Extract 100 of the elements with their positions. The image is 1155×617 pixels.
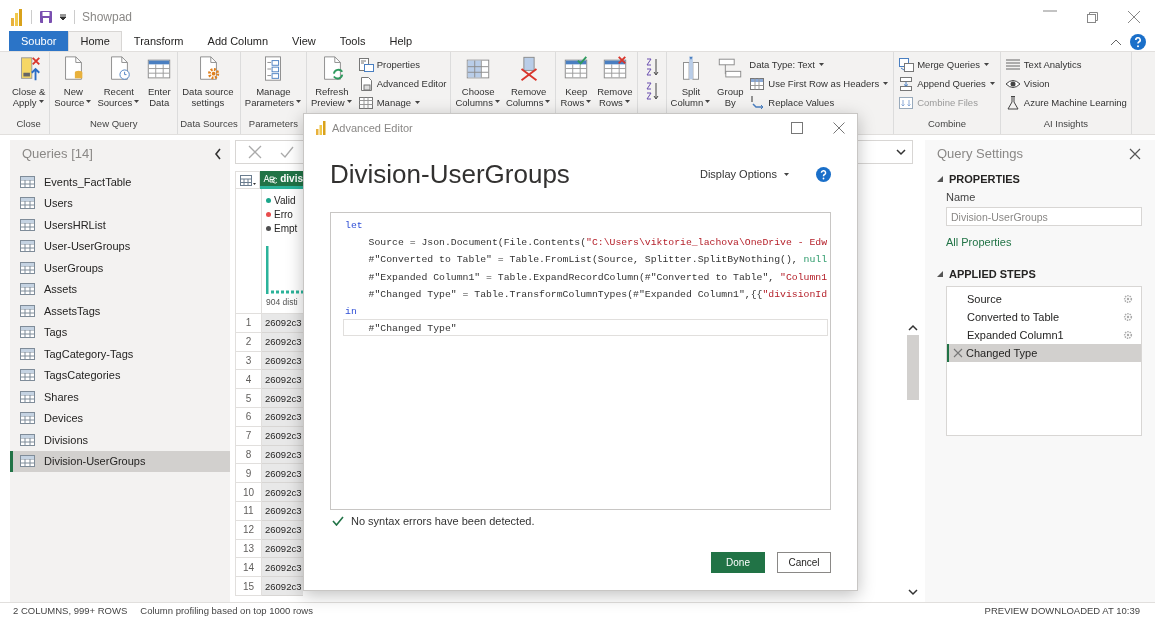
- query-item[interactable]: Division-UserGroups: [10, 450, 230, 472]
- ribbon-button[interactable]: Group By: [714, 55, 747, 108]
- ribbon-button[interactable]: Split Column: [668, 55, 714, 108]
- ribbon-button[interactable]: Append Queries: [896, 75, 998, 92]
- applied-step[interactable]: Source: [947, 290, 1141, 308]
- ribbon-button[interactable]: Keep Rows: [558, 55, 595, 108]
- ribbon-button[interactable]: Vision: [1002, 75, 1129, 92]
- ribbon-button[interactable]: Choose Columns: [453, 55, 503, 108]
- query-item[interactable]: Devices: [10, 407, 230, 429]
- save-icon: [39, 9, 53, 24]
- table-cell: 26092c3: [262, 558, 303, 578]
- dialog-title: Advanced Editor: [332, 122, 413, 134]
- ribbon-button[interactable]: Remove Columns: [503, 55, 554, 108]
- applied-step[interactable]: Expanded Column1: [947, 326, 1141, 344]
- code-line: #"Changed Type" = Table.TransformColumnTypes(#"Expanded Column1",{{"divisionId: [367, 287, 829, 302]
- ribbon-button[interactable]: Azure Machine Learning: [1002, 94, 1129, 111]
- done-button[interactable]: Done: [711, 552, 765, 573]
- query-item[interactable]: AssetsTags: [10, 300, 230, 322]
- ribbon-button[interactable]: New Source: [52, 55, 95, 108]
- ribbon-button[interactable]: Close & Apply: [10, 55, 48, 108]
- status-text: Column profiling based on top 1000 rows: [140, 604, 313, 616]
- ribbon-button[interactable]: Replace Values: [747, 94, 892, 111]
- query-item[interactable]: TagsCategories: [10, 364, 230, 386]
- ribbon-button[interactable]: Manage Parameters: [242, 55, 304, 108]
- table-cell: 26092c3: [262, 314, 303, 333]
- status-text: PREVIEW DOWNLOADED AT 10:39: [984, 604, 1140, 616]
- query-item[interactable]: UserGroups: [10, 257, 230, 279]
- code-editor[interactable]: [330, 212, 831, 510]
- table-icon: [20, 197, 35, 210]
- histogram-drawing: [266, 246, 303, 294]
- files-icon: [898, 94, 915, 111]
- properties-icon: [357, 56, 374, 73]
- code-line: Source = Json.Document(File.Contents("C:\Users\viktorie_lachova\OneDrive - Edw: [367, 236, 829, 251]
- table-cell: 26092c3: [262, 483, 303, 502]
- table-icon: [357, 94, 374, 111]
- triangle-icon: [937, 176, 943, 182]
- name-field[interactable]: Division-UserGroups: [946, 207, 1142, 226]
- group-label: New Query: [90, 118, 138, 129]
- ribbon-tab[interactable]: Home: [68, 31, 122, 51]
- query-item[interactable]: UsersHRList: [10, 214, 230, 236]
- ribbon-tab[interactable]: View: [280, 31, 328, 51]
- table-icon: [20, 283, 35, 296]
- applied-step[interactable]: Changed Type: [947, 344, 1141, 362]
- file-tab[interactable]: Soubor: [9, 31, 69, 51]
- group-label: AI Insights: [1043, 118, 1089, 129]
- triangle-icon: [937, 271, 943, 277]
- scrollbar[interactable]: [905, 324, 920, 596]
- ribbon-tab[interactable]: Add Column: [195, 31, 281, 51]
- query-item[interactable]: Users: [10, 192, 230, 214]
- display-options-button[interactable]: Display Options: [693, 167, 796, 181]
- ribbon-button[interactable]: Manage: [355, 94, 449, 111]
- ribbon-tab[interactable]: Help: [377, 31, 425, 51]
- table-icon: [20, 304, 35, 317]
- app-logo-icon: [10, 7, 24, 26]
- ribbon-button[interactable]: Remove Rows: [595, 55, 635, 108]
- sort-descending-icon: [643, 81, 660, 101]
- table-icon: [20, 433, 35, 446]
- ribbon-button[interactable]: Text Analytics: [1002, 56, 1129, 73]
- code-line: in: [344, 304, 358, 319]
- caret-icon: [59, 12, 67, 21]
- query-item[interactable]: TagCategory-Tags: [10, 343, 230, 365]
- ribbon-button[interactable]: Advanced Editor: [355, 75, 449, 92]
- field-label: Name: [946, 191, 977, 203]
- distinct-count: 904 disti: [266, 297, 299, 307]
- check-icon: [332, 516, 344, 526]
- cancel-button[interactable]: Cancel: [777, 552, 831, 573]
- ribbon-button[interactable]: Recent Sources: [95, 55, 143, 108]
- ribbon-button[interactable]: Refresh Preview: [308, 55, 355, 108]
- all-properties-link[interactable]: All Properties: [946, 236, 1155, 248]
- ribbon-button[interactable]: Use First Row as Headers: [747, 75, 892, 92]
- ribbon-button[interactable]: Enter Data: [143, 55, 176, 108]
- profile-label: Valid: [274, 195, 296, 206]
- table-icon: [20, 175, 35, 188]
- query-item[interactable]: Assets: [10, 278, 230, 300]
- query-item[interactable]: User-UserGroups: [10, 235, 230, 257]
- column-header[interactable]: divis: [260, 171, 303, 189]
- delete-icon: [953, 348, 963, 358]
- table-icon: [20, 347, 35, 360]
- table-icon: [20, 240, 35, 253]
- table-icon: [749, 75, 766, 92]
- ribbon-tab[interactable]: Transform: [121, 31, 196, 51]
- advanced-editor-dialog[interactable]: [303, 113, 858, 591]
- query-item[interactable]: Events_FactTable: [10, 171, 230, 193]
- table-icon: [20, 369, 35, 382]
- ribbon-button[interactable]: Merge Queries: [896, 56, 998, 73]
- chevron-down-icon: [907, 589, 918, 596]
- syntax-status: No syntax errors have been detected.: [351, 515, 535, 527]
- ribbon-button[interactable]: Data source settings: [180, 55, 236, 108]
- ribbon-tab[interactable]: Tools: [327, 31, 378, 51]
- scrollbar-thumb[interactable]: [906, 335, 919, 400]
- ribbon-button[interactable]: Properties: [355, 56, 449, 73]
- flask-icon: [1004, 94, 1021, 111]
- group-label: Close: [16, 118, 41, 129]
- chevron-down-icon: [896, 148, 906, 156]
- ribbon-button[interactable]: Data Type: Text: [747, 56, 892, 73]
- query-item[interactable]: Divisions: [10, 429, 230, 451]
- applied-step[interactable]: Converted to Table: [947, 308, 1141, 326]
- query-item[interactable]: Shares: [10, 386, 230, 408]
- query-item[interactable]: Tags: [10, 321, 230, 343]
- maximize-icon: [791, 122, 803, 134]
